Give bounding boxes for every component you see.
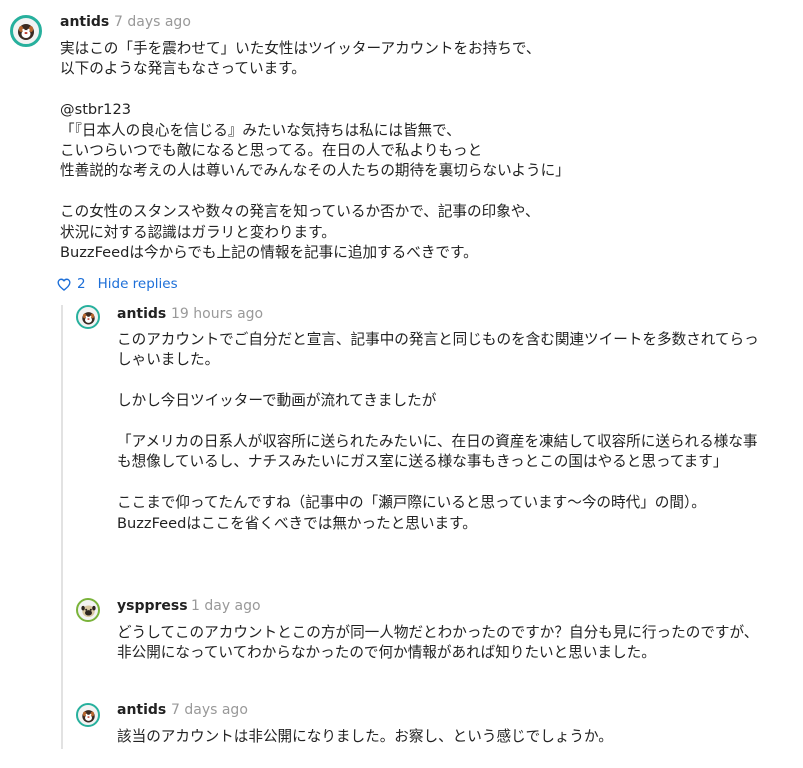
reply-body: このアカウントでご自分だと宣言、記事中の発言と同じものを含む関連ツイートを多数さ…	[117, 331, 759, 532]
reply: antids 19 hours ago このアカウントでご自分だと宣言、記事中の…	[0, 300, 803, 590]
reply: antids 7 days ago 該当のアカウントは非公開になりました。お察し…	[0, 698, 803, 768]
like-button[interactable]: 2	[57, 276, 86, 292]
dog-avatar-icon[interactable]	[76, 305, 100, 329]
reply-username[interactable]: ysppress	[117, 598, 188, 614]
comment-body: 実はこの「手を震わせて」いた女性はツイッターアカウントをお持ちで、 以下のような…	[60, 40, 570, 262]
comment-timestamp: 7 days ago	[114, 14, 191, 30]
comment-username[interactable]: antids	[60, 14, 109, 30]
dog-avatar-icon[interactable]	[10, 15, 42, 47]
pug-avatar-icon[interactable]	[76, 598, 100, 622]
reply-timestamp: 1 day ago	[191, 598, 261, 614]
reply: ysppress 1 day ago どうしてこのアカウントとこの方が同一人物だ…	[0, 595, 803, 695]
reply-body: 該当のアカウントは非公開になりました。お察し、という感じでしょうか。	[117, 728, 613, 745]
reply-body: どうしてこのアカウントとこの方が同一人物だとわかったのですか？自分も見に行ったの…	[117, 624, 759, 662]
comment: antids 7 days ago 実はこの「手を震わせて」いた女性はツイッター…	[0, 0, 803, 300]
like-count: 2	[77, 276, 86, 292]
reply-username[interactable]: antids	[117, 306, 166, 322]
dog-avatar-icon[interactable]	[76, 703, 100, 727]
reply-username[interactable]: antids	[117, 702, 166, 718]
reply-timestamp: 7 days ago	[171, 702, 248, 718]
heart-icon	[57, 278, 71, 291]
reply-timestamp: 19 hours ago	[171, 306, 264, 322]
comment-actions: 2 Hide replies	[57, 276, 178, 292]
hide-replies-link[interactable]: Hide replies	[98, 276, 178, 292]
